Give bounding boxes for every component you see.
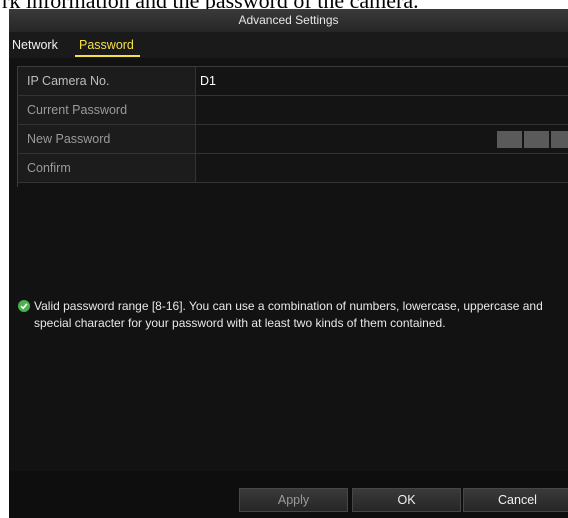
password-strength-segment (551, 131, 568, 148)
form-row-confirm: Confirm (18, 154, 568, 183)
ip-camera-value: D1 (196, 67, 568, 95)
button-bar: Apply OK Cancel (9, 471, 568, 518)
form-row-current-password: Current Password (18, 96, 568, 125)
new-password-label: New Password (18, 125, 196, 153)
form-row-new-password: New Password (18, 125, 568, 154)
password-hint-text: Valid password range [8-16]. You can use… (34, 299, 543, 330)
cancel-button[interactable]: Cancel (463, 488, 568, 512)
password-strength-segment (524, 131, 549, 148)
active-tab-indicator (75, 55, 140, 57)
ok-button[interactable]: OK (352, 488, 461, 512)
confirm-label: Confirm (18, 154, 196, 182)
window-title: Advanced Settings (9, 9, 568, 32)
form-row-ip-camera: IP Camera No. D1 (18, 67, 568, 96)
tab-network[interactable]: Network (12, 32, 58, 58)
ip-camera-label: IP Camera No. (18, 67, 196, 95)
password-strength-segment (497, 131, 522, 148)
advanced-settings-window: Advanced Settings Network Password IP Ca… (9, 9, 568, 518)
check-circle-icon (18, 300, 30, 312)
apply-button[interactable]: Apply (239, 488, 348, 512)
confirm-password-field[interactable] (196, 154, 568, 182)
current-password-label: Current Password (18, 96, 196, 124)
password-form: IP Camera No. D1 Current Password New Pa… (17, 66, 568, 187)
settings-content: IP Camera No. D1 Current Password New Pa… (9, 58, 568, 471)
current-password-field[interactable] (196, 96, 568, 124)
